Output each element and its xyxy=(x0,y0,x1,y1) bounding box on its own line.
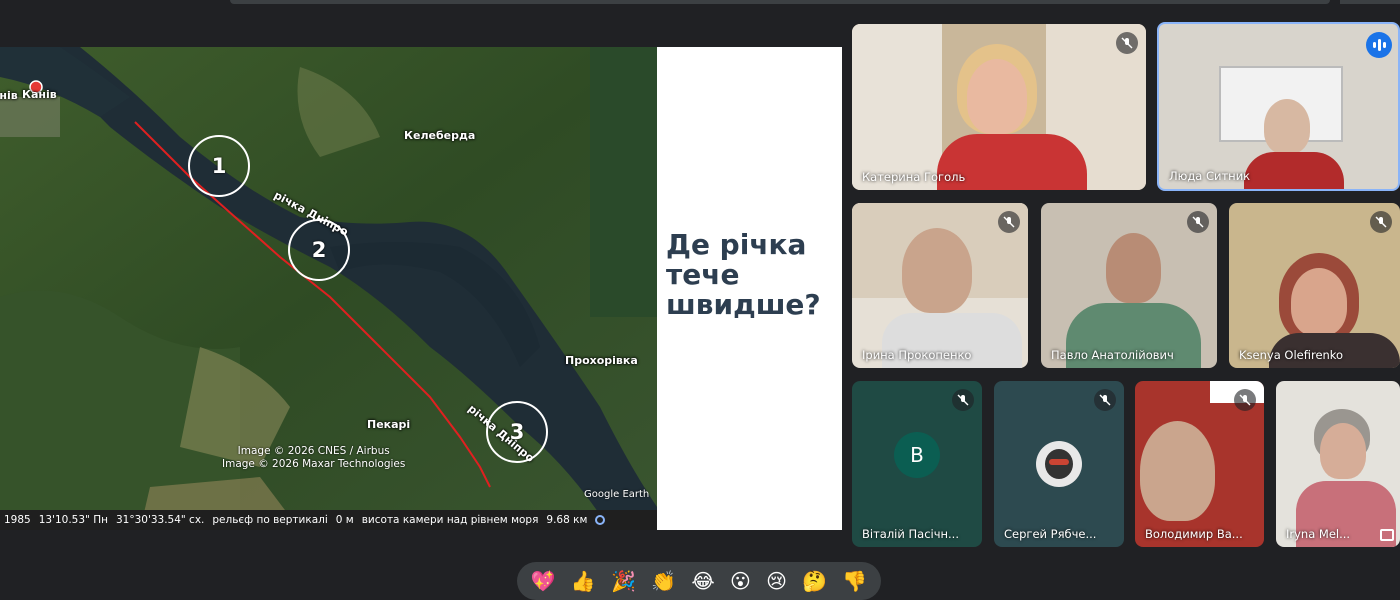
participant-name: Сергей Рябче... xyxy=(1004,527,1097,541)
top-toolbar-edge xyxy=(230,0,1330,4)
marker-1: 1 xyxy=(188,135,250,197)
status-elevation-value: 0 м xyxy=(335,514,354,526)
reaction-laugh-icon[interactable]: 😂 xyxy=(691,571,714,591)
participant-face xyxy=(1291,268,1347,336)
shared-presentation[interactable]: анів Канів Келеберда Прохорівка Пекарі р… xyxy=(0,47,842,530)
place-label-kaniv: Канів xyxy=(22,88,57,101)
status-longitude: 31°30'33.54" сх. xyxy=(115,514,205,526)
participant-tile-serhei[interactable]: Сергей Рябче... xyxy=(994,381,1124,547)
reaction-thumbs-down-icon[interactable]: 👎 xyxy=(842,571,867,591)
muted-mic-icon xyxy=(1234,389,1256,411)
participant-name: Ірина Прокопенко xyxy=(862,348,972,362)
participant-name: Iryna Mel... xyxy=(1286,527,1351,541)
participant-name: Віталій Пасічн... xyxy=(862,527,959,541)
participant-face xyxy=(902,228,972,313)
reactions-bar: 💖 👍 🎉 👏 😂 😮 😢 🤔 👎 xyxy=(517,562,881,600)
participant-name: Ksenya Olefirenko xyxy=(1239,348,1344,362)
status-camera-label: висота камери над рівнем моря xyxy=(361,514,539,526)
status-elevation-label: рельєф по вертикалі xyxy=(212,514,328,526)
marker-2: 2 xyxy=(288,219,350,281)
top-toolbar-edge-right xyxy=(1340,0,1400,4)
status-camera-value: 9.68 км xyxy=(546,514,588,526)
participant-tile-iryna[interactable]: Ірина Прокопенко xyxy=(852,203,1028,368)
muted-mic-icon xyxy=(1094,389,1116,411)
speaking-indicator-icon xyxy=(1366,32,1392,58)
participant-face xyxy=(1320,423,1366,479)
muted-mic-icon xyxy=(1116,32,1138,54)
participant-face xyxy=(1106,233,1161,303)
participant-name: Павло Анатолійович xyxy=(1051,348,1174,362)
participant-clothing xyxy=(1244,152,1344,189)
reaction-thumbs-up-icon[interactable]: 👍 xyxy=(571,571,596,591)
participant-tile-volodymyr[interactable]: Володимир Ва... xyxy=(1135,381,1264,547)
imagery-credits: Image © 2026 CNES / Airbus Image © 2026 … xyxy=(222,445,405,471)
marker-3: 3 xyxy=(486,401,548,463)
avatar-glasses xyxy=(1049,459,1069,465)
participant-tile-ksenya[interactable]: Ksenya Olefirenko xyxy=(1229,203,1400,368)
status-year: 1985 xyxy=(4,514,31,526)
reaction-surprised-icon[interactable]: 😮 xyxy=(730,571,751,591)
participant-tile-vitalii[interactable]: B Віталій Пасічн... xyxy=(852,381,982,547)
slide-question: Де річка тече швидше? xyxy=(666,228,821,321)
reaction-party-icon[interactable]: 🎉 xyxy=(611,571,636,591)
muted-mic-icon xyxy=(998,211,1020,233)
bookshelf-left xyxy=(852,24,942,190)
credit-line-1: Image © 2026 CNES / Airbus xyxy=(237,445,390,457)
participant-name: Люда Ситник xyxy=(1169,169,1251,183)
place-label-kaniv-edge: анів xyxy=(0,89,18,102)
participant-tile-kateryna[interactable]: Катерина Гоголь xyxy=(852,24,1146,190)
pin-window-icon[interactable] xyxy=(1380,529,1394,541)
avatar: B xyxy=(894,432,940,478)
muted-mic-icon xyxy=(1187,211,1209,233)
avatar xyxy=(1036,441,1082,487)
participant-name: Катерина Гоголь xyxy=(862,170,966,184)
reaction-thinking-icon[interactable]: 🤔 xyxy=(802,571,827,591)
muted-mic-icon xyxy=(1370,211,1392,233)
participant-tile-iryna-mel[interactable]: Iryna Mel... xyxy=(1276,381,1400,547)
map-status-bar: 1985 13'10.53" Пн 31°30'33.54" сх. рельє… xyxy=(0,510,657,530)
reaction-sad-icon[interactable]: 😢 xyxy=(766,571,787,591)
participant-name: Володимир Ва... xyxy=(1145,527,1243,541)
place-label-pekari: Пекарі xyxy=(367,418,411,431)
participant-face xyxy=(1140,421,1215,521)
participant-tile-lyuda[interactable]: Люда Ситник xyxy=(1157,22,1400,191)
place-label-keleberda: Келеберда xyxy=(404,129,476,142)
reaction-clap-icon[interactable]: 👏 xyxy=(651,571,676,591)
status-latitude: 13'10.53" Пн xyxy=(38,514,108,526)
loading-icon xyxy=(595,515,606,525)
muted-mic-icon xyxy=(952,389,974,411)
satellite-map[interactable]: анів Канів Келеберда Прохорівка Пекарі р… xyxy=(0,47,657,530)
participant-face xyxy=(1264,99,1310,154)
google-earth-logo: Google Earth xyxy=(584,489,650,500)
reaction-heart-icon[interactable]: 💖 xyxy=(531,571,556,591)
credit-line-2: Image © 2026 Maxar Technologies xyxy=(222,458,406,470)
participant-face xyxy=(967,59,1027,134)
participant-tile-pavlo[interactable]: Павло Анатолійович xyxy=(1041,203,1217,368)
place-label-prokhorivka: Прохорівка xyxy=(565,354,638,367)
